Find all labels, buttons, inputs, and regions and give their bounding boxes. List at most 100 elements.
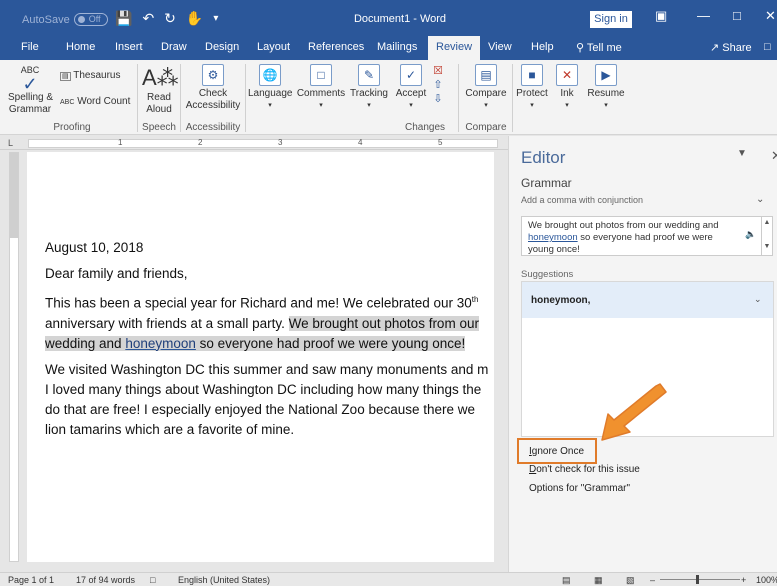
sign-in-button[interactable]: Sign in xyxy=(590,11,632,28)
resume-button[interactable]: ▶ Resume ▾ xyxy=(586,64,626,112)
share-label: Share xyxy=(722,42,752,54)
ruler-margin xyxy=(10,153,18,238)
tab-draw[interactable]: Draw xyxy=(161,41,187,53)
next-change-icon[interactable]: ⇩ xyxy=(430,92,446,106)
divider xyxy=(245,64,246,132)
tab-view[interactable]: View xyxy=(488,41,512,53)
zoom-slider[interactable] xyxy=(660,579,740,580)
reject-icon[interactable]: ☒ xyxy=(430,64,446,78)
tab-file[interactable]: File xyxy=(21,41,39,53)
language-status[interactable]: English (United States) xyxy=(178,575,270,585)
zoom-out-icon[interactable]: – xyxy=(650,575,655,585)
tab-review[interactable]: Review xyxy=(428,36,481,60)
tracking-icon: ✎ xyxy=(358,64,380,86)
ignore-once-link[interactable]: Ignore Once xyxy=(529,446,584,457)
proofing-status-icon[interactable]: □ xyxy=(150,575,155,585)
compare-label: Compare xyxy=(465,88,507,99)
document-body[interactable]: August 10, 2018 Dear family and friends,… xyxy=(27,152,494,562)
compare-button[interactable]: ▤ Compare ▾ xyxy=(462,64,510,112)
customize-qat-icon[interactable]: ▾ xyxy=(213,10,218,27)
ink-button[interactable]: ✕ Ink ▾ xyxy=(553,64,581,112)
zoom-in-icon[interactable]: + xyxy=(741,575,746,585)
previous-change-icon[interactable]: ⇧ xyxy=(430,78,446,92)
expand-issue-icon[interactable]: ⌄ xyxy=(756,194,764,205)
horizontal-ruler[interactable]: L 1 2 3 4 5 xyxy=(0,136,508,150)
read-mode-icon[interactable]: ▤ xyxy=(562,575,571,586)
suggestions-label: Suggestions xyxy=(521,269,574,280)
accept-button[interactable]: ✓ Accept ▾ xyxy=(393,64,429,112)
redo-icon[interactable]: ↻ xyxy=(164,10,176,27)
autosave-switch[interactable]: Off xyxy=(73,13,108,26)
context-scrollbar[interactable]: ▲ ▼ xyxy=(761,217,772,255)
dont-check-issue-link[interactable]: Don't check for this issue xyxy=(529,464,640,475)
change-navigation-buttons: ☒ ⇧ ⇩ xyxy=(430,64,446,106)
status-bar: Page 1 of 1 17 of 94 words □ English (Un… xyxy=(0,572,777,586)
suggestion-item[interactable]: honeymoon, ⌄ xyxy=(522,282,773,318)
touch-mode-icon[interactable]: ✋ xyxy=(186,10,203,27)
chevron-down-icon: ▾ xyxy=(319,102,323,109)
zoom-slider-handle[interactable] xyxy=(696,575,699,584)
issue-description: Add a comma with conjunction xyxy=(521,195,644,205)
print-layout-icon[interactable]: ▦ xyxy=(594,575,603,586)
thesaurus-button[interactable]: ▤ Thesaurus xyxy=(60,70,124,83)
ruler-strip xyxy=(28,139,498,148)
ruler-mark: 3 xyxy=(278,138,283,147)
zoom-level[interactable]: 100% xyxy=(756,575,777,585)
document-title: Document1 - Word xyxy=(353,13,447,25)
flagged-word[interactable]: honeymoon xyxy=(125,336,196,351)
tab-layout[interactable]: Layout xyxy=(257,41,290,53)
vertical-ruler[interactable] xyxy=(9,152,19,562)
tab-help[interactable]: Help xyxy=(531,41,554,53)
chevron-down-icon: ▾ xyxy=(604,102,608,109)
web-layout-icon[interactable]: ▧ xyxy=(626,575,635,586)
context-text: We brought out photos from our wedding a… xyxy=(528,220,719,231)
close-window-icon[interactable]: ✕ xyxy=(765,8,776,24)
scroll-up-icon[interactable]: ▲ xyxy=(762,217,772,229)
word-count-button[interactable]: ABC Word Count xyxy=(60,96,132,109)
check-accessibility-button[interactable]: ⚙ Check Accessibility xyxy=(184,64,242,112)
minimize-icon[interactable]: — xyxy=(697,8,710,23)
read-aloud-speaker-icon[interactable]: 🔈 xyxy=(745,229,756,240)
autosave-toggle[interactable]: AutoSave Off xyxy=(22,13,108,26)
protect-button[interactable]: ■ Protect ▾ xyxy=(514,64,550,112)
editor-title: Editor xyxy=(521,148,566,167)
ink-icon: ✕ xyxy=(556,64,578,86)
tab-mailings[interactable]: Mailings xyxy=(377,41,417,53)
chevron-down-icon: ▾ xyxy=(409,102,413,109)
chevron-down-icon[interactable]: ⌄ xyxy=(754,294,762,305)
comments-button[interactable]: □ Comments ▾ xyxy=(296,64,346,112)
maximize-icon[interactable]: □ xyxy=(733,8,741,23)
options-grammar-link[interactable]: Options for "Grammar" xyxy=(529,483,630,494)
ribbon-display-options-icon[interactable]: ▣ xyxy=(655,8,667,24)
selected-text: We brought out photos from our xyxy=(288,315,479,331)
pane-options-icon[interactable]: ▼ xyxy=(737,148,747,159)
tab-insert[interactable]: Insert xyxy=(115,41,143,53)
document-text[interactable]: August 10, 2018 Dear family and friends,… xyxy=(45,238,494,440)
comments-pane-icon[interactable]: □ xyxy=(764,41,771,53)
tell-me-search[interactable]: ⚲ Tell me xyxy=(576,41,622,54)
paragraph-1: This has been a special year for Richard… xyxy=(45,290,494,354)
greeting-line: Dear family and friends, xyxy=(45,266,188,281)
text-line: lion tamarins which are a favorite of mi… xyxy=(45,421,295,437)
scroll-down-icon[interactable]: ▼ xyxy=(762,241,772,253)
tab-references[interactable]: References xyxy=(308,41,364,53)
undo-icon[interactable]: ↶ xyxy=(142,10,154,27)
spelling-grammar-button[interactable]: ABC ✓ Spelling & Grammar xyxy=(8,64,53,116)
word-count-status[interactable]: 17 of 94 words xyxy=(76,575,135,585)
save-icon[interactable]: 💾 xyxy=(115,10,132,27)
paragraph-2: We visited Washington DC this summer and… xyxy=(45,360,494,440)
tab-home[interactable]: Home xyxy=(66,41,95,53)
share-button[interactable]: ↗ Share xyxy=(710,41,752,54)
tab-design[interactable]: Design xyxy=(205,41,239,53)
context-text: young once! xyxy=(528,244,580,255)
group-speech: Speech xyxy=(142,122,176,133)
language-button[interactable]: 🌐 Language ▾ xyxy=(248,64,293,112)
read-aloud-button[interactable]: A⁂ Read Aloud xyxy=(142,64,179,116)
tracking-button[interactable]: ✎ Tracking ▾ xyxy=(349,64,389,112)
comment-icon: □ xyxy=(310,64,332,86)
arrow-shape xyxy=(601,383,667,441)
divider xyxy=(137,64,138,132)
close-pane-icon[interactable]: ✕ xyxy=(771,148,777,164)
tab-stop-selector[interactable]: L xyxy=(8,138,13,148)
page-count[interactable]: Page 1 of 1 xyxy=(8,575,54,585)
